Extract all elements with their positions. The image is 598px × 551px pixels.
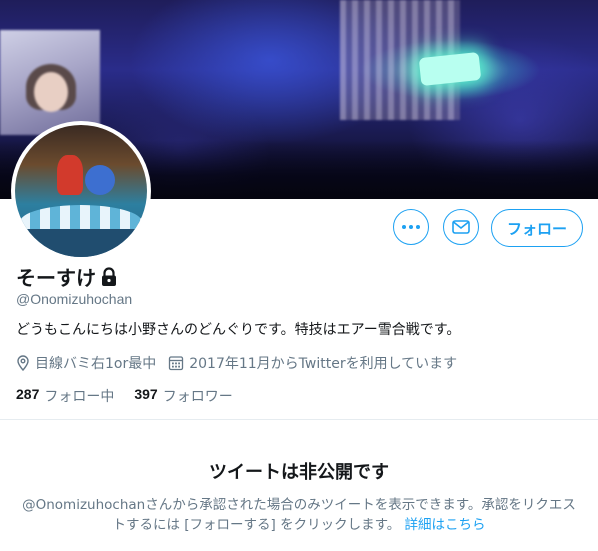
following-count: 287	[16, 386, 40, 402]
followers-count: 397	[134, 386, 158, 402]
location-text: 目線バミ右1or最中	[35, 356, 157, 372]
calendar-icon	[169, 356, 184, 371]
profile-meta: 目線バミ右1or最中 2017年11月からTwitterを利用しています	[16, 353, 469, 373]
profile-name-row: そーすけ	[16, 262, 118, 291]
banner-glowstick	[418, 51, 482, 87]
location-pin-icon	[17, 355, 29, 371]
avatar[interactable]	[15, 125, 147, 257]
more-button[interactable]	[393, 209, 429, 245]
followers-link[interactable]: 397 フォロワー	[134, 386, 232, 406]
following-link[interactable]: 287 フォロー中	[16, 386, 114, 406]
following-label: フォロー中	[44, 389, 115, 405]
envelope-icon	[452, 220, 470, 234]
section-divider	[0, 419, 598, 420]
follow-button[interactable]: フォロー	[491, 209, 583, 247]
display-name: そーすけ	[16, 268, 96, 290]
learn-more-link[interactable]: 詳細はこちら	[405, 517, 486, 533]
location-item: 目線バミ右1or最中	[16, 353, 156, 373]
banner-screen	[0, 30, 100, 135]
followers-label: フォロワー	[162, 389, 233, 405]
more-dots-icon	[402, 225, 420, 229]
protected-title: ツイートは非公開です	[209, 462, 389, 483]
joined-text: 2017年11月からTwitterを利用しています	[189, 356, 458, 372]
protected-description: @Onomizuhochanさんから承認された場合のみツイートを表示できます。承…	[16, 495, 582, 535]
profile-handle[interactable]: @Onomizuhochan	[16, 291, 132, 307]
lock-icon	[102, 266, 116, 286]
protected-text: @Onomizuhochanさんから承認された場合のみツイートを表示できます。承…	[22, 497, 576, 533]
message-button[interactable]	[443, 209, 479, 245]
profile-bio: どうもこんにちは小野さんのどんぐりです。特技はエアー雪合戦です。	[16, 322, 461, 338]
profile-stats: 287 フォロー中 397 フォロワー	[16, 386, 233, 406]
joined-item: 2017年11月からTwitterを利用しています	[168, 353, 457, 373]
